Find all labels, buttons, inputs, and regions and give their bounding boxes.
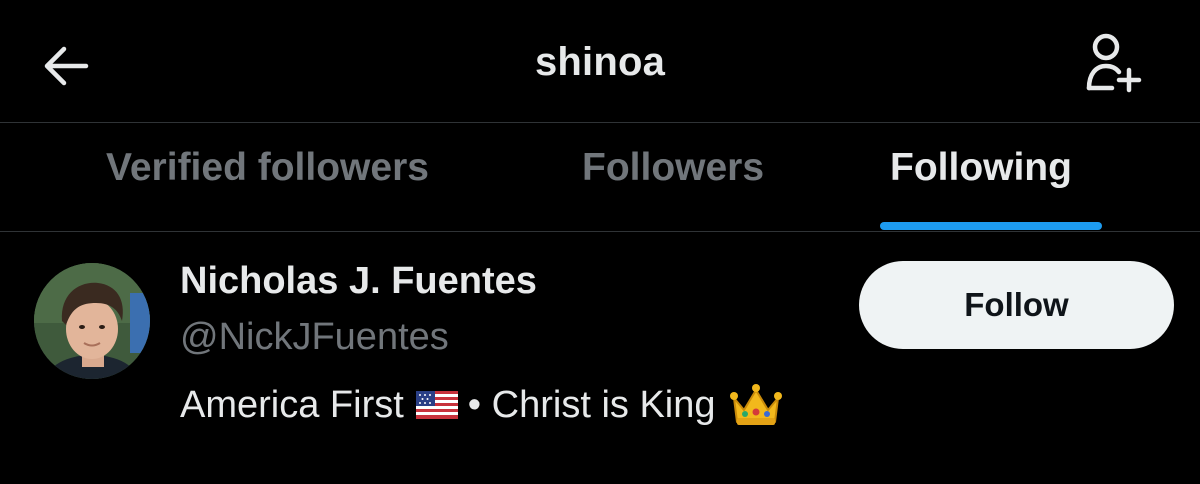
user-list-item[interactable]: Nicholas J. Fuentes @NickJFuentes Americ…: [0, 232, 1200, 484]
tab-followers[interactable]: Followers: [582, 146, 764, 190]
tab-bar: Verified followers Followers Following: [0, 123, 1200, 231]
add-user-button[interactable]: [1082, 30, 1146, 94]
bio-text-part2: • Christ is King: [467, 383, 716, 426]
following-screen: shinoa Verified followers Followers Foll…: [0, 0, 1200, 484]
user-bio: America First • Christ is King: [180, 382, 784, 428]
tab-following[interactable]: Following: [890, 146, 1072, 190]
top-bar: shinoa: [0, 0, 1200, 123]
tab-verified-followers[interactable]: Verified followers: [106, 146, 429, 190]
user-display-name[interactable]: Nicholas J. Fuentes: [180, 260, 537, 303]
add-user-icon: [1086, 33, 1142, 93]
us-flag-icon: [415, 391, 458, 419]
avatar-image: [34, 263, 150, 379]
page-title: shinoa: [534, 40, 666, 84]
user-handle: @NickJFuentes: [180, 316, 449, 358]
avatar[interactable]: [34, 263, 150, 379]
follow-button[interactable]: Follow: [859, 261, 1174, 349]
active-tab-indicator: [880, 222, 1102, 230]
bio-text-part1: America First: [180, 383, 404, 426]
crown-icon: [729, 384, 782, 425]
